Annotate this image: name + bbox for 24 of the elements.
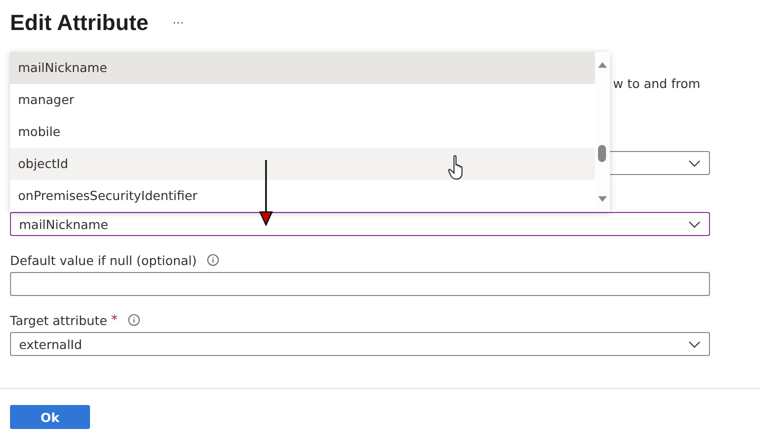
page-title: Edit Attribute [10, 10, 148, 36]
default-value-field[interactable] [10, 272, 710, 296]
chevron-icon [688, 341, 701, 348]
dropdown-option[interactable]: onPremisesSecurityIdentifier [10, 180, 595, 212]
field-label: Target attribute [10, 312, 108, 328]
info-icon[interactable] [128, 314, 140, 326]
chevron-icon [688, 221, 701, 228]
description-text: w to and from [613, 75, 700, 93]
arrow-annotation [258, 160, 274, 226]
target-attribute-dropdown[interactable]: externalId [10, 332, 710, 356]
scroll-up-icon[interactable] [598, 62, 607, 68]
dropdown-option[interactable]: mobile [10, 116, 595, 148]
dropdown-option[interactable]: objectId [10, 148, 595, 180]
scrollbar-thumb[interactable] [598, 145, 606, 162]
dropdown-option[interactable]: mailNickname [10, 52, 595, 84]
more-button[interactable]: ··· [172, 16, 184, 30]
scroll-down-icon[interactable] [598, 196, 607, 202]
ok-button[interactable]: Ok [10, 405, 90, 429]
chevron-icon [688, 160, 701, 167]
source-attribute-dropdown[interactable]: mailNickname [10, 212, 710, 236]
dropdown-option[interactable]: manager [10, 84, 595, 116]
field-label: Default value if null (optional) [10, 252, 197, 268]
info-icon[interactable] [206, 254, 219, 266]
required-mark: * [111, 312, 118, 328]
